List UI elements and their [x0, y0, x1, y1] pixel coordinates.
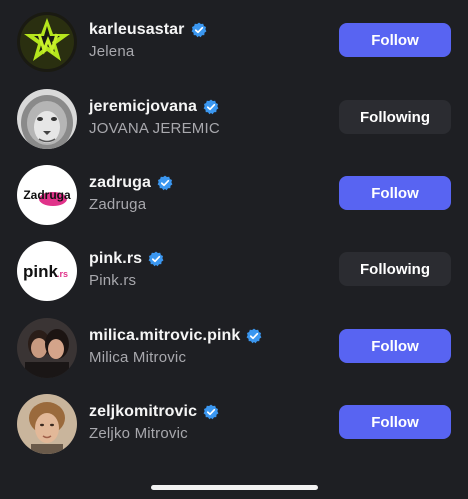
avatar[interactable]	[17, 394, 77, 454]
account-row-karleusastar[interactable]: karleusastar Jelena Follow	[0, 4, 468, 80]
portrait-photo-icon	[17, 394, 77, 454]
account-row-jeremicjovana[interactable]: jeremicjovana JOVANA JEREMIC Following	[0, 81, 468, 157]
avatar[interactable]	[17, 89, 77, 149]
following-button[interactable]: Following	[339, 100, 451, 134]
zadruga-logo-icon: Zadruga	[17, 165, 77, 225]
follow-button[interactable]: Follow	[339, 329, 451, 363]
following-button[interactable]: Following	[339, 252, 451, 286]
full-name: Jelena	[89, 43, 135, 60]
username[interactable]: karleusastar	[89, 21, 185, 39]
pink-logo-text: pink	[23, 262, 58, 281]
avatar[interactable]	[17, 318, 77, 378]
couple-photo-icon	[17, 318, 77, 378]
home-indicator[interactable]	[151, 485, 318, 490]
pink-logo-suffix: .rs	[57, 269, 68, 279]
avatar[interactable]: Zadruga	[17, 165, 77, 225]
full-name: Zeljko Mitrovic	[89, 425, 188, 442]
verified-badge-icon	[148, 251, 164, 267]
account-row-pink-rs[interactable]: pink .rs pink.rs Pink.rs Following	[0, 233, 468, 309]
username[interactable]: jeremicjovana	[89, 98, 197, 116]
full-name: Milica Mitrovic	[89, 349, 187, 366]
verified-badge-icon	[157, 175, 173, 191]
account-row-milica-mitrovic-pink[interactable]: milica.mitrovic.pink Milica Mitrovic Fol…	[0, 310, 468, 386]
verified-badge-icon	[191, 22, 206, 38]
zadruga-logo-text: Zadruga	[23, 188, 71, 202]
full-name: Zadruga	[89, 196, 147, 213]
follow-button[interactable]: Follow	[339, 176, 451, 210]
verified-badge-icon	[246, 328, 262, 344]
username[interactable]: pink.rs	[89, 250, 142, 268]
pink-rs-logo-icon: pink .rs	[17, 241, 77, 301]
account-row-zeljkomitrovic[interactable]: zeljkomitrovic Zeljko Mitrovic Follow	[0, 386, 468, 462]
verified-badge-icon	[203, 99, 219, 115]
username[interactable]: zadruga	[89, 174, 151, 192]
avatar[interactable]: pink .rs	[17, 241, 77, 301]
lion-avatar-icon	[17, 89, 77, 149]
verified-badge-icon	[203, 404, 219, 420]
follow-button[interactable]: Follow	[339, 405, 451, 439]
avatar[interactable]	[17, 12, 77, 72]
username[interactable]: milica.mitrovic.pink	[89, 327, 240, 345]
username[interactable]: zeljkomitrovic	[89, 403, 197, 421]
full-name: JOVANA JEREMIC	[89, 120, 220, 137]
follow-button[interactable]: Follow	[339, 23, 451, 57]
karleusastar-avatar-icon	[17, 12, 77, 72]
full-name: Pink.rs	[89, 272, 137, 289]
account-row-zadruga[interactable]: Zadruga zadruga Zadruga Follow	[0, 157, 468, 233]
